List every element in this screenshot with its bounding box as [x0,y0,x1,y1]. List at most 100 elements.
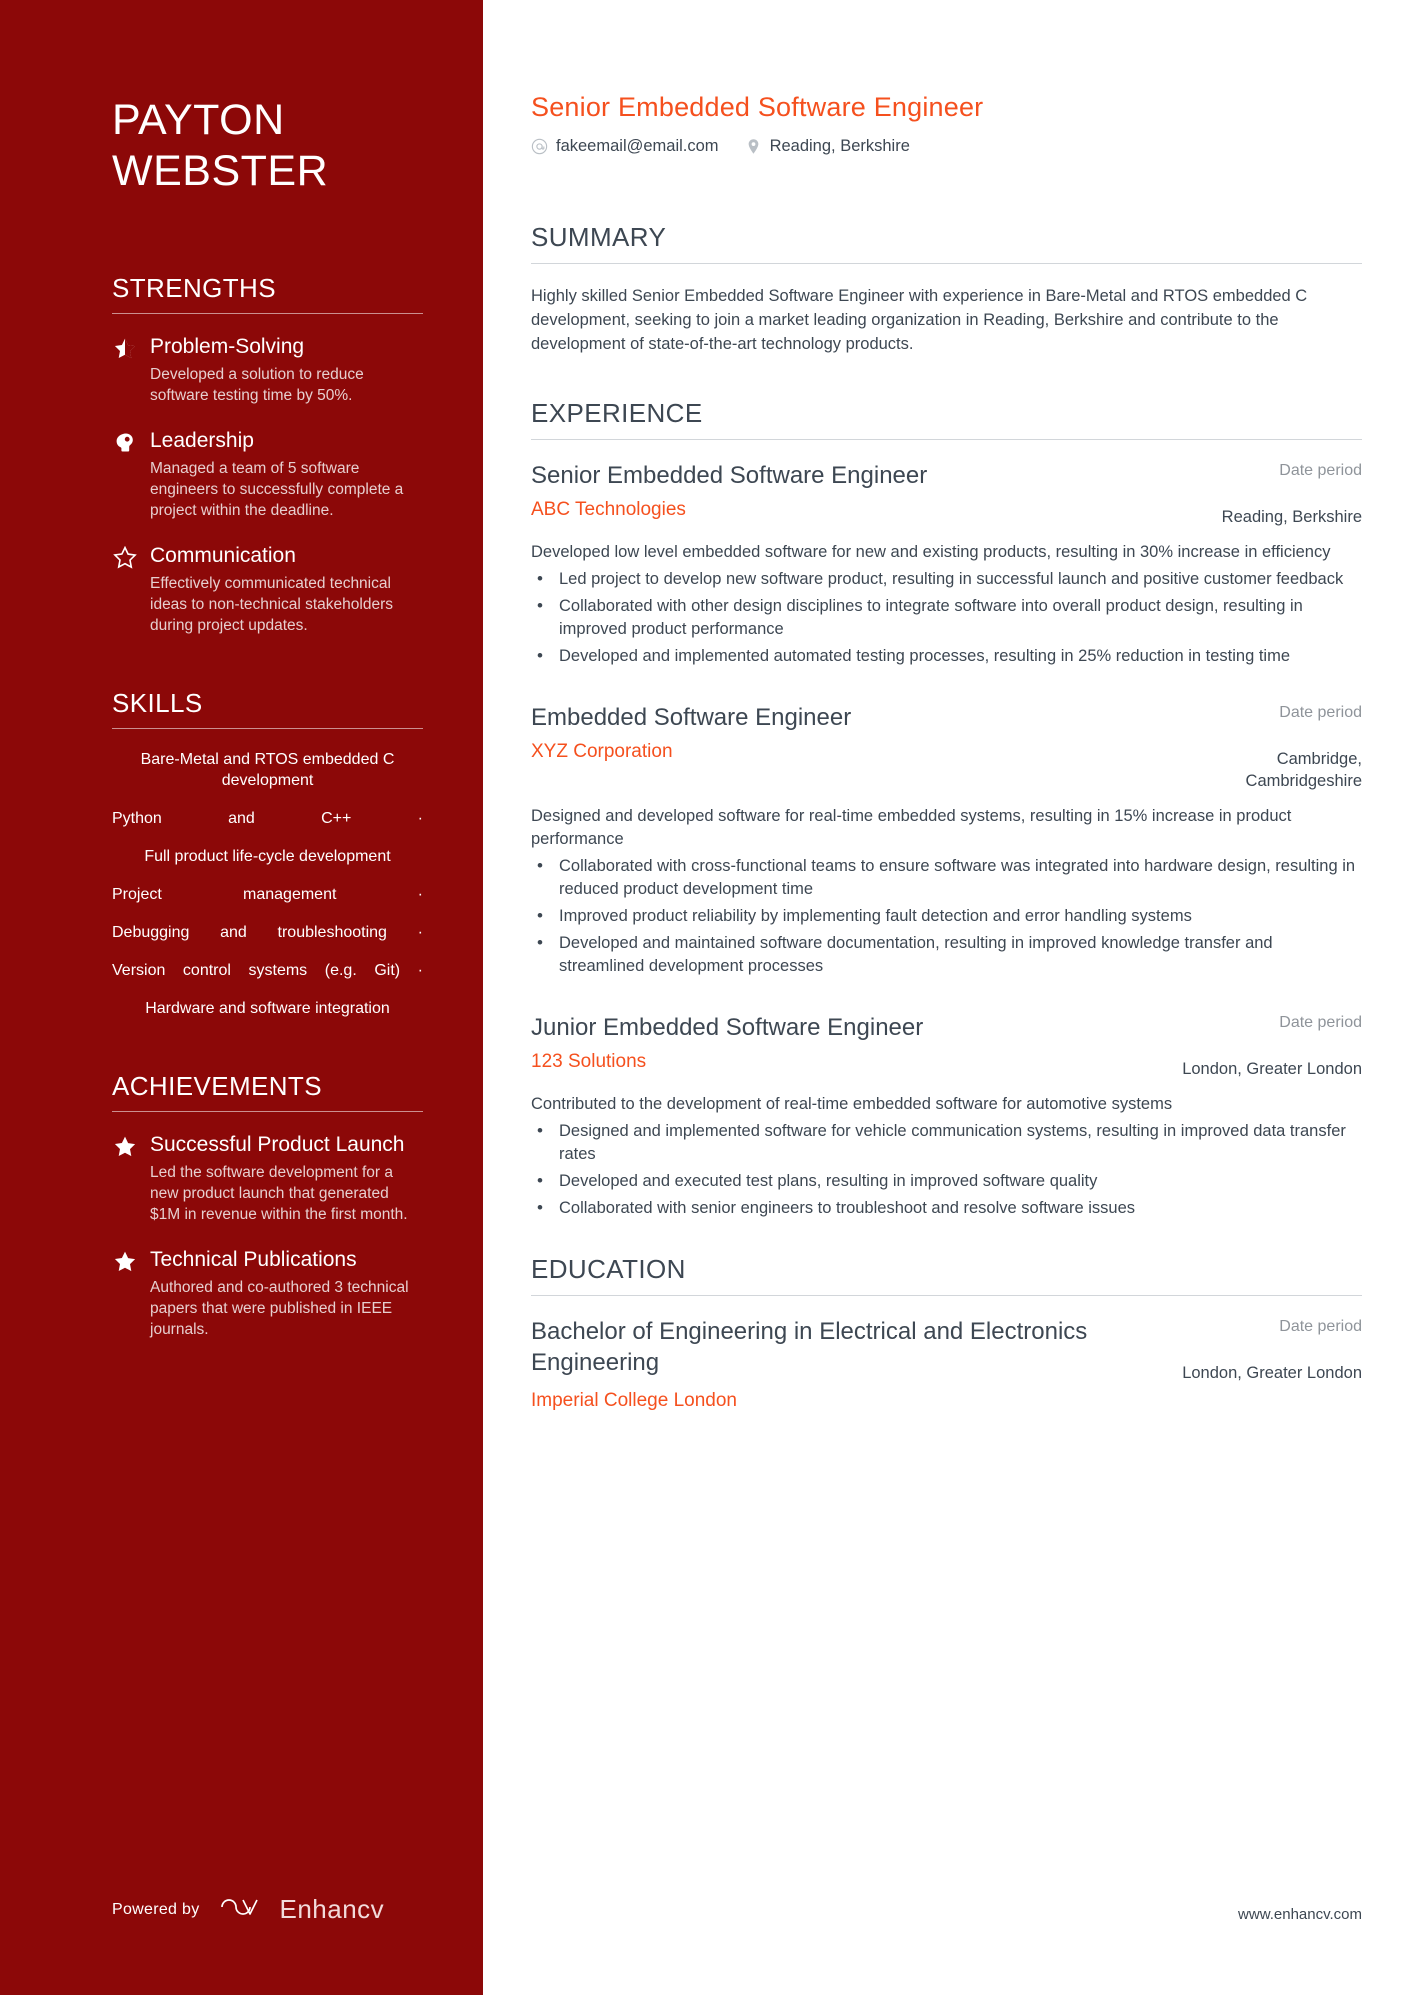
job-description: Contributed to the development of real-t… [531,1095,1173,1113]
star-half-icon [112,334,138,406]
experience-heading: EXPERIENCE [531,398,703,428]
head-brain-icon [112,428,138,521]
bullet-item: Collaborated with cross-functional teams… [531,854,1362,901]
job-role: Junior Embedded Software Engineer [531,1014,924,1041]
divider [531,1295,1362,1296]
bullet-item: Collaborated with other design disciplin… [531,594,1362,641]
strength-description: Managed a team of 5 software engineers t… [150,460,404,519]
strength-title: Leadership [150,429,254,452]
job-location: Cambridge, Cambridgeshire [1245,750,1362,790]
achievement-item: Technical Publications Authored and co-a… [112,1247,423,1340]
school-name: Imperial College London [531,1390,737,1411]
achievement-description: Led the software development for a new p… [150,1164,408,1223]
star-outline-icon [112,543,138,636]
resume-page: PAYTON WEBSTER STRENGTHS Problem-Solving… [0,0,1410,1995]
education-location: London, Greater London [1182,1364,1362,1382]
job-description: Developed low level embedded software fo… [531,543,1331,561]
at-email-icon [531,138,548,155]
company-name: 123 Solutions [531,1051,647,1072]
experience-section: EXPERIENCE Senior Embedded Software Engi… [531,398,1362,1220]
strengths-heading: STRENGTHS [112,273,276,303]
job-bullets: Designed and implemented software for ve… [531,1119,1362,1220]
strength-item: Communication Effectively communicated t… [112,543,423,636]
achievements-heading: ACHIEVEMENTS [112,1071,322,1101]
job-description: Designed and developed software for real… [531,807,1292,848]
summary-text: Highly skilled Senior Embedded Software … [531,287,1308,353]
divider [531,439,1362,440]
achievement-item: Successful Product Launch Led the softwa… [112,1132,423,1225]
summary-section: SUMMARY Highly skilled Senior Embedded S… [531,222,1362,356]
powered-by-label: Powered by [112,1900,200,1918]
job-role: Embedded Software Engineer [531,704,852,731]
skill-separator-dot: · [336,886,423,903]
strength-item: Leadership Managed a team of 5 software … [112,428,423,521]
divider [531,263,1362,264]
strength-description: Effectively communicated technical ideas… [150,575,393,634]
skills-section: SKILLS Bare-Metal and RTOS embedded C de… [112,688,423,1019]
skill-item: Python and C++ · [112,810,423,827]
bullet-item: Developed and executed test plans, resul… [531,1169,1362,1193]
skill-item: Bare-Metal and RTOS embedded C developme… [140,751,395,789]
job-date: Date period [1279,462,1362,479]
strength-item: Problem-Solving Developed a solution to … [112,334,423,406]
main-content: Senior Embedded Software Engineer fakeem… [483,0,1410,1995]
last-name: WEBSTER [112,147,329,195]
sidebar-footer: Powered by Enhancv [112,1894,384,1925]
skill-item: Full product life-cycle development [144,848,391,865]
company-name: ABC Technologies [531,499,686,520]
bullet-item: Led project to develop new software prod… [531,567,1362,591]
contact-row: fakeemail@email.com Reading, Berkshire [531,137,1362,156]
skill-item: Project management · [112,886,423,903]
first-name: PAYTON [112,96,285,144]
achievement-description: Authored and co-authored 3 technical pap… [150,1279,409,1338]
divider [112,728,423,729]
experience-entry: Embedded Software Engineer XYZ Corporati… [531,702,1362,978]
job-bullets: Led project to develop new software prod… [531,567,1362,668]
contact-email[interactable]: fakeemail@email.com [531,137,719,156]
strengths-section: STRENGTHS Problem-Solving Developed a so… [112,273,423,636]
education-date: Date period [1279,1318,1362,1335]
skill-item: Version control systems (e.g. Git) · [112,962,423,979]
enhancv-wordmark: Enhancv [279,1894,385,1924]
education-section: EDUCATION Bachelor of Engineering in Ele… [531,1254,1362,1414]
job-role: Senior Embedded Software Engineer [531,462,928,489]
job-location: London, Greater London [1182,1060,1362,1078]
contact-location[interactable]: Reading, Berkshire [745,137,910,156]
bullet-item: Improved product reliability by implemen… [531,904,1362,928]
bullet-item: Collaborated with senior engineers to tr… [531,1196,1362,1220]
summary-heading: SUMMARY [531,222,667,252]
strength-title: Problem-Solving [150,335,305,358]
bullet-item: Developed and maintained software docume… [531,931,1362,978]
email-text: fakeemail@email.com [556,137,719,155]
skill-item: Debugging and troubleshooting · [112,924,423,941]
enhancv-logo-icon [218,1894,262,1925]
job-location: Reading, Berkshire [1221,508,1362,526]
education-heading: EDUCATION [531,1254,686,1284]
skills-heading: SKILLS [112,688,203,718]
map-pin-icon [745,138,762,155]
divider [112,1111,423,1112]
strength-title: Communication [150,544,296,567]
website-url[interactable]: www.enhancv.com [1238,1906,1362,1923]
skill-separator-dot: · [400,962,423,979]
achievement-title: Successful Product Launch [150,1133,405,1156]
degree-name: Bachelor of Engineering in Electrical an… [531,1318,1088,1376]
job-date: Date period [1279,704,1362,721]
achievement-title: Technical Publications [150,1248,357,1271]
star-filled-icon [112,1132,138,1225]
job-bullets: Collaborated with cross-functional teams… [531,854,1362,978]
experience-entry: Junior Embedded Software Engineer 123 So… [531,1012,1362,1220]
achievements-section: ACHIEVEMENTS Successful Product Launch L… [112,1071,423,1340]
skill-separator-dot: · [386,924,423,941]
strength-description: Developed a solution to reduce software … [150,366,364,404]
divider [112,313,423,314]
location-text: Reading, Berkshire [769,137,910,155]
skill-separator-dot: · [351,810,423,827]
star-filled-icon [112,1247,138,1340]
candidate-name: PAYTON WEBSTER [112,95,423,197]
company-name: XYZ Corporation [531,741,673,762]
bullet-item: Developed and implemented automated test… [531,644,1362,668]
skill-item: Hardware and software integration [145,1000,390,1017]
education-entry: Bachelor of Engineering in Electrical an… [531,1316,1362,1414]
experience-entry: Senior Embedded Software Engineer ABC Te… [531,460,1362,668]
